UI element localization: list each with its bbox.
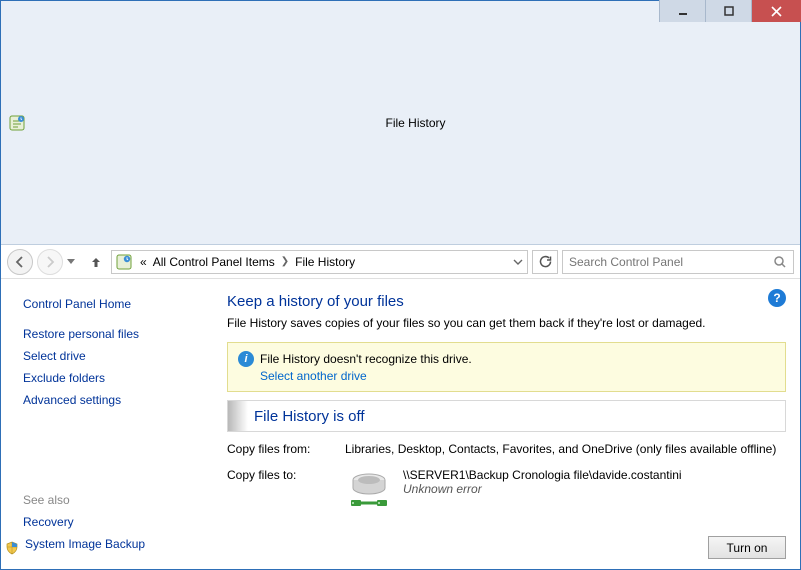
details: Copy files from: Libraries, Desktop, Con… xyxy=(227,442,786,522)
breadcrumb-item[interactable]: File History xyxy=(293,255,357,269)
address-bar[interactable]: « All Control Panel Items ❯ File History xyxy=(111,250,528,274)
history-dropdown-icon[interactable] xyxy=(67,259,81,265)
back-button[interactable] xyxy=(7,249,33,275)
sidebar-exclude-link[interactable]: Exclude folders xyxy=(23,371,203,385)
search-box[interactable] xyxy=(562,250,794,274)
sidebar-advanced-link[interactable]: Advanced settings xyxy=(23,393,203,407)
path-icon xyxy=(116,254,132,270)
warning-box: i File History doesn't recognize this dr… xyxy=(227,342,786,392)
help-icon[interactable]: ? xyxy=(768,289,786,307)
maximize-button[interactable] xyxy=(705,0,751,22)
titlebar: File History xyxy=(1,1,800,245)
copy-from-label: Copy files from: xyxy=(227,442,345,456)
turn-on-button[interactable]: Turn on xyxy=(708,536,786,559)
app-icon xyxy=(9,115,25,131)
sidebar-system-image-link[interactable]: System Image Backup xyxy=(25,537,145,551)
minimize-button[interactable] xyxy=(659,0,705,22)
file-history-window: File History « All Control Panel Items ❯ xyxy=(0,0,801,570)
search-icon[interactable] xyxy=(773,255,787,269)
sidebar-recovery-link[interactable]: Recovery xyxy=(23,515,203,529)
status-text: File History is off xyxy=(248,408,365,425)
forward-button[interactable] xyxy=(37,249,63,275)
chevron-right-icon: ❯ xyxy=(279,256,291,267)
copy-to-error: Unknown error xyxy=(403,482,682,496)
window-buttons xyxy=(659,0,801,22)
main-panel: ? Keep a history of your files File Hist… xyxy=(213,279,800,569)
close-button[interactable] xyxy=(751,0,801,22)
select-another-drive-link[interactable]: Select another drive xyxy=(260,369,367,383)
info-icon: i xyxy=(238,351,254,367)
copy-to-label: Copy files to: xyxy=(227,468,345,510)
breadcrumb-prefix: « xyxy=(138,255,149,269)
control-panel-home-link[interactable]: Control Panel Home xyxy=(23,297,203,311)
body: Control Panel Home Restore personal file… xyxy=(1,279,800,569)
copy-to-path: \\SERVER1\Backup Cronologia file\davide.… xyxy=(403,468,682,482)
warning-text: File History doesn't recognize this driv… xyxy=(260,352,472,366)
network-drive-icon xyxy=(345,470,393,510)
up-button[interactable] xyxy=(85,251,107,273)
window-title: File History xyxy=(31,116,800,130)
page-subtext: File History saves copies of your files … xyxy=(227,316,786,330)
breadcrumb-item[interactable]: All Control Panel Items xyxy=(151,255,277,269)
address-dropdown-icon[interactable] xyxy=(513,257,523,267)
status-bar: File History is off xyxy=(227,400,786,432)
sidebar-restore-link[interactable]: Restore personal files xyxy=(23,327,203,341)
refresh-button[interactable] xyxy=(532,250,558,274)
see-also-label: See also xyxy=(23,493,203,507)
navbar: « All Control Panel Items ❯ File History xyxy=(1,245,800,279)
sidebar: Control Panel Home Restore personal file… xyxy=(1,279,213,569)
page-heading: Keep a history of your files xyxy=(227,293,786,310)
search-input[interactable] xyxy=(569,252,773,272)
sidebar-select-drive-link[interactable]: Select drive xyxy=(23,349,203,363)
shield-icon xyxy=(5,541,19,555)
status-gradient xyxy=(228,401,248,431)
copy-from-value: Libraries, Desktop, Contacts, Favorites,… xyxy=(345,442,786,456)
